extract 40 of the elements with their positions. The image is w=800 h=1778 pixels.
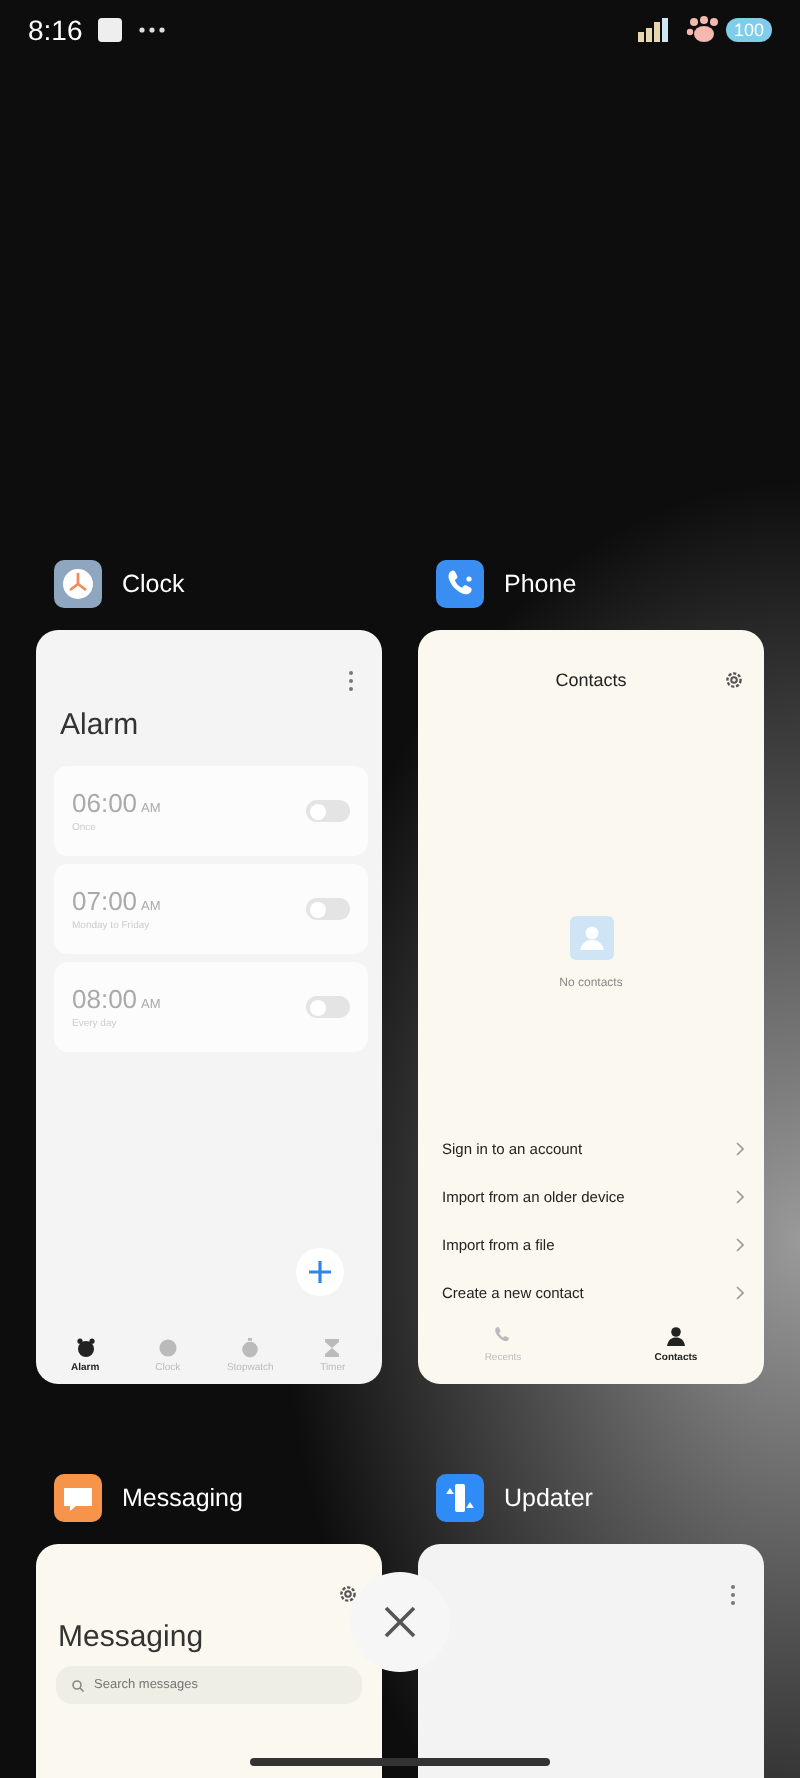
more-notifications-icon [138,26,167,34]
more-options-icon[interactable] [348,670,354,692]
app-name: Messaging [122,1484,243,1512]
alarm-time: 07:00 [72,886,138,916]
settings-icon[interactable] [338,1584,358,1604]
settings-icon[interactable] [724,670,744,690]
screen-title: Messaging [56,1618,206,1658]
stopwatch-icon [240,1338,261,1358]
app-name: Clock [122,570,185,598]
signal-icon [637,18,670,42]
clock-time: 8:16 [28,14,83,46]
alarm-time: 08:00 [72,984,138,1014]
search-icon [72,1679,84,1691]
updater-app-icon[interactable] [436,1474,484,1522]
more-options-icon[interactable] [730,1584,736,1606]
toggle-switch[interactable] [306,800,350,822]
phone-handset-icon [492,1326,513,1346]
battery-level: 100 [725,18,772,42]
paw-icon [685,16,722,44]
add-alarm-button[interactable] [294,1246,346,1298]
notification-square-icon [98,18,123,42]
alarm-time: 06:00 [72,788,138,818]
clock-app-icon[interactable] [54,560,102,608]
clock-icon [157,1338,178,1358]
chevron-right-icon [736,1141,744,1155]
app-name: Updater [504,1484,593,1512]
hourglass-icon [322,1338,343,1358]
person-icon [665,1326,686,1346]
screen-title: Contacts [555,670,627,690]
alarm-clock-icon [75,1338,96,1358]
chat-bubble-app-icon[interactable] [54,1474,102,1522]
chevron-right-icon [736,1189,744,1203]
chevron-right-icon [736,1237,744,1251]
contact-placeholder-icon [569,916,613,960]
screen-title: Alarm [58,706,141,746]
app-name: Phone [504,570,577,598]
phone-app-icon[interactable] [436,560,484,608]
chevron-right-icon [736,1285,744,1299]
toggle-switch[interactable] [306,996,350,1018]
toggle-switch[interactable] [306,898,350,920]
